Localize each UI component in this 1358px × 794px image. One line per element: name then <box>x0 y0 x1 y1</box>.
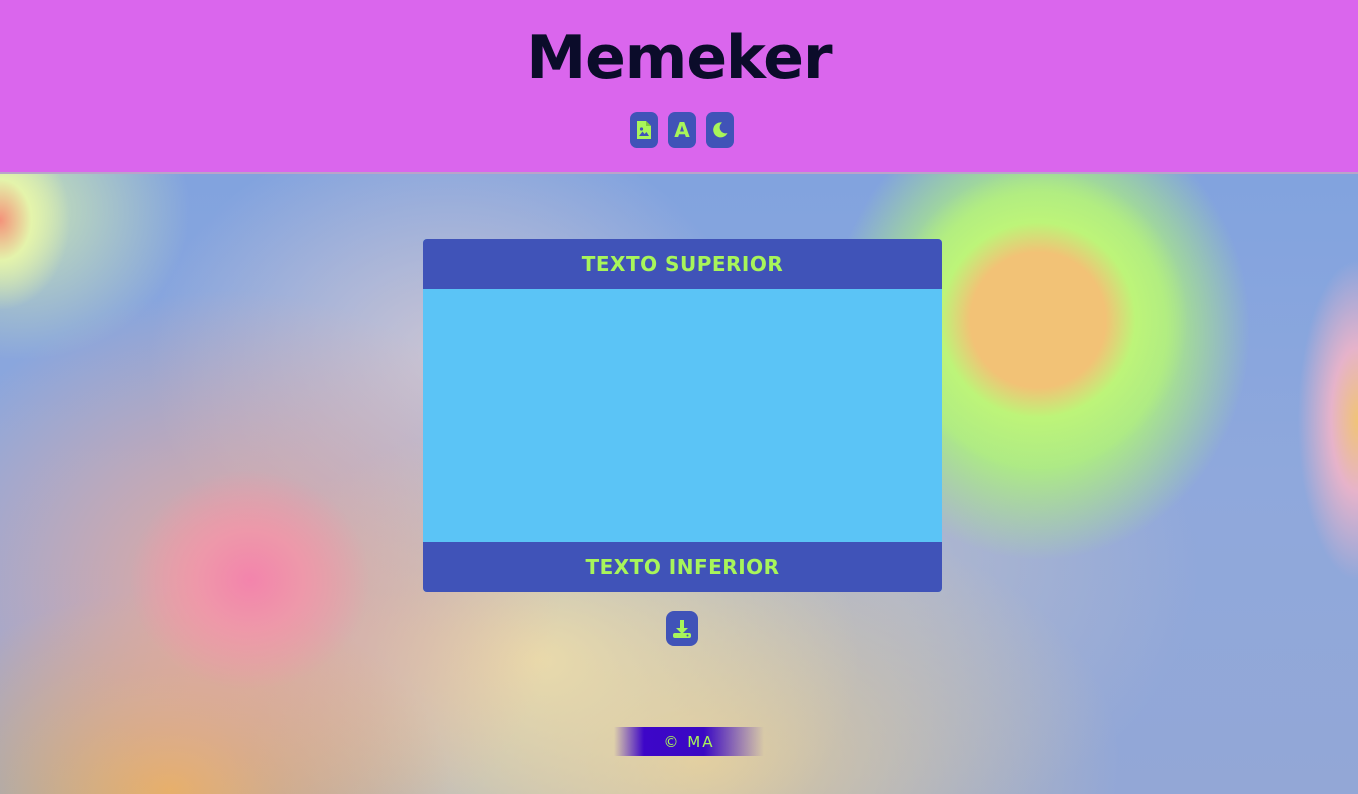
bottom-text[interactable]: TEXTO INFERIOR <box>423 542 942 592</box>
text-panel-button[interactable]: A <box>668 112 696 148</box>
meme-image-area <box>423 289 942 542</box>
image-panel-button[interactable] <box>630 112 658 148</box>
header: Memeker A <box>0 0 1358 174</box>
moon-icon <box>713 122 728 138</box>
meme-canvas: TEXTO SUPERIOR TEXTO INFERIOR <box>423 239 942 592</box>
download-button[interactable] <box>666 611 698 646</box>
top-text[interactable]: TEXTO SUPERIOR <box>423 239 942 289</box>
letter-a-icon: A <box>674 118 690 142</box>
dark-mode-button[interactable] <box>706 112 734 148</box>
toolbar: A <box>630 112 734 148</box>
app-title: Memeker <box>526 23 832 93</box>
footer-credit: © MA <box>614 727 764 756</box>
file-image-icon <box>637 121 651 139</box>
download-icon <box>673 619 691 638</box>
